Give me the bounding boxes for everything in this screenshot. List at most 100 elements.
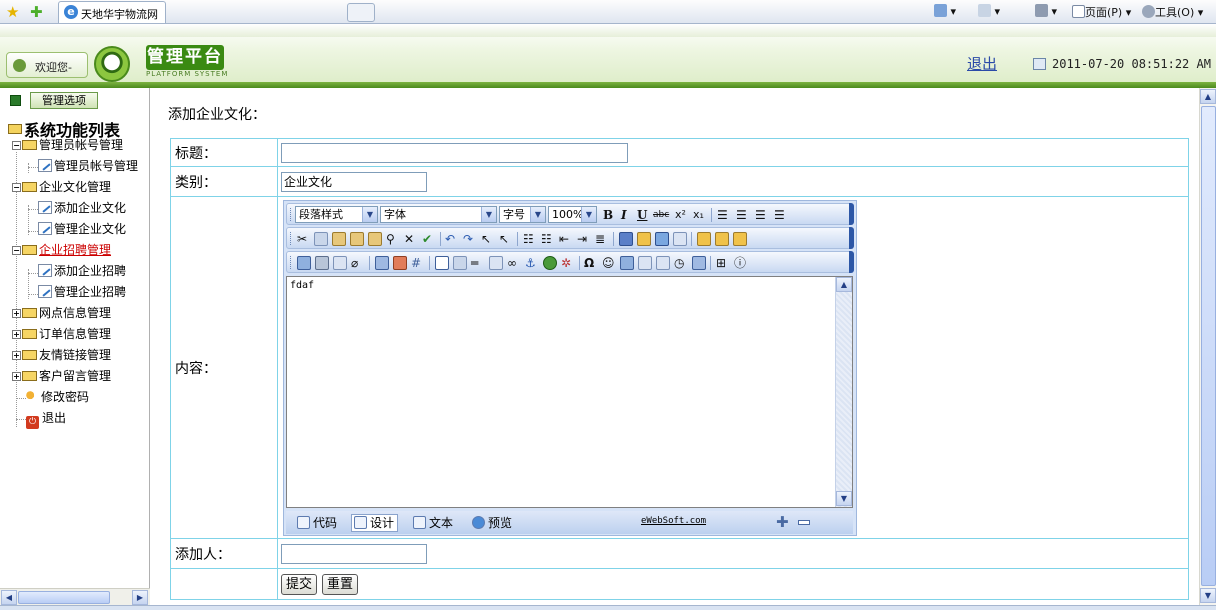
scroll-right-button[interactable]: ▶: [132, 590, 148, 605]
font-size-icon[interactable]: [655, 232, 669, 246]
scroll-up-button[interactable]: ▲: [836, 277, 852, 292]
align-left-icon[interactable]: ☰: [717, 206, 728, 224]
scroll-up-button[interactable]: ▲: [1200, 89, 1216, 104]
flash-icon[interactable]: [315, 256, 329, 270]
new-tab-button[interactable]: [347, 3, 375, 22]
expand-icon[interactable]: +: [12, 330, 21, 339]
scroll-thumb[interactable]: [18, 591, 110, 604]
add-favorite-icon[interactable]: ✚: [30, 3, 43, 21]
sidebar-item-culture[interactable]: − 企业文化管理: [12, 178, 111, 196]
preview-mode-button[interactable]: 预览: [469, 514, 516, 532]
redo-icon[interactable]: ↷: [463, 230, 473, 248]
sidebar-item-links[interactable]: + 友情链接管理: [12, 346, 111, 364]
marquee-icon[interactable]: [489, 256, 503, 270]
table-icon[interactable]: [375, 256, 389, 270]
sidebar-horizontal-scrollbar[interactable]: ◀ ▶: [0, 588, 150, 605]
align-right-icon[interactable]: ☰: [755, 206, 766, 224]
unordered-list-icon[interactable]: ☷: [541, 230, 552, 248]
expand-icon[interactable]: +: [12, 309, 21, 318]
tools-menu[interactable]: 工具(O) ▾: [1142, 4, 1203, 20]
expand-icon[interactable]: +: [12, 372, 21, 381]
ewebsoft-link[interactable]: eWebSoft.com: [641, 516, 706, 526]
font-select[interactable]: 字体 ▼: [380, 206, 497, 223]
paragraph-icon[interactable]: ≣: [595, 230, 605, 248]
sidebar-item-culture-manage[interactable]: 管理企业文化: [38, 220, 126, 238]
absolute-position-icon[interactable]: [697, 232, 711, 246]
home-button[interactable]: ▾: [934, 4, 956, 18]
text-color-icon[interactable]: [619, 232, 633, 246]
map-icon[interactable]: [543, 256, 557, 270]
align-center-icon[interactable]: ☰: [736, 206, 747, 224]
copy-icon[interactable]: [314, 232, 328, 246]
remove-format-icon[interactable]: [673, 232, 687, 246]
title-input[interactable]: [281, 142, 628, 163]
page-vertical-scrollbar[interactable]: ▲ ▼: [1199, 88, 1216, 605]
unlink-icon[interactable]: ✲: [561, 254, 571, 272]
paragraph-style-select[interactable]: 段落样式 ▼: [295, 206, 378, 223]
align-justify-icon[interactable]: ☰: [774, 206, 785, 224]
horizontal-rule-icon[interactable]: ═: [471, 254, 478, 272]
expand-icon[interactable]: +: [12, 351, 21, 360]
backward-icon[interactable]: [733, 232, 747, 246]
select-all-icon[interactable]: ↖: [481, 230, 491, 248]
sidebar-item-exit[interactable]: ⏻ 退出: [26, 409, 66, 429]
scroll-thumb[interactable]: [1201, 106, 1216, 586]
forward-icon[interactable]: [715, 232, 729, 246]
sidebar-item-recruitment-manage[interactable]: 管理企业招聘: [38, 283, 126, 301]
undo-icon[interactable]: ↶: [445, 230, 455, 248]
about-icon[interactable]: ⓘ: [734, 254, 746, 272]
collapse-icon[interactable]: −: [12, 141, 21, 150]
subscript-icon[interactable]: x₁: [693, 206, 704, 224]
paste-icon[interactable]: [332, 232, 346, 246]
enlarge-editor-icon[interactable]: ✚: [776, 513, 789, 531]
unselect-icon[interactable]: ↖: [499, 230, 509, 248]
submit-button[interactable]: 提交: [281, 573, 318, 595]
ordered-list-icon[interactable]: ☷: [523, 230, 534, 248]
scroll-left-button[interactable]: ◀: [1, 590, 17, 605]
sidebar-item-recruitment-add[interactable]: 添加企业招聘: [38, 262, 126, 280]
zoom-select[interactable]: 100% ▼: [548, 206, 597, 223]
fullscreen-icon[interactable]: ⊞: [716, 254, 726, 272]
paste-word-icon[interactable]: [368, 232, 382, 246]
italic-icon[interactable]: I: [621, 206, 627, 224]
text-mode-button[interactable]: 文本: [410, 514, 457, 532]
scroll-down-button[interactable]: ▼: [1200, 588, 1216, 603]
grid-icon[interactable]: #: [411, 254, 421, 272]
attachment-icon[interactable]: ⌀: [351, 254, 358, 272]
sidebar-item-orders[interactable]: + 订单信息管理: [12, 325, 111, 343]
sidebar-item-admin-accounts[interactable]: − 管理员帐号管理: [12, 136, 123, 154]
print-button[interactable]: ▾: [1035, 4, 1057, 18]
sidebar-item-change-password[interactable]: 修改密码: [26, 388, 89, 406]
logout-link[interactable]: 退出: [967, 53, 997, 74]
art-text-icon[interactable]: [638, 256, 652, 270]
table-props-icon[interactable]: [393, 256, 407, 270]
font-size-select[interactable]: 字号 ▼: [499, 206, 546, 223]
design-mode-button[interactable]: 设计: [351, 514, 399, 532]
emoticon-icon[interactable]: ☺: [602, 254, 615, 272]
editor-content-area[interactable]: fdaf ▲ ▼: [286, 276, 853, 508]
underline-icon[interactable]: U: [637, 206, 647, 224]
editor-vertical-scrollbar[interactable]: ▲ ▼: [835, 277, 852, 507]
highlight-color-icon[interactable]: [637, 232, 651, 246]
shrink-editor-icon[interactable]: [798, 520, 810, 525]
indent-icon[interactable]: ⇥: [577, 230, 587, 248]
feeds-button[interactable]: ▾: [978, 4, 1000, 18]
iframe-icon[interactable]: [453, 256, 467, 270]
excel-icon[interactable]: [620, 256, 634, 270]
manage-options-button[interactable]: 管理选项: [10, 92, 98, 110]
link-icon[interactable]: ∞: [507, 254, 517, 272]
sidebar-item-messages[interactable]: + 客户留言管理: [12, 367, 111, 385]
collapse-icon[interactable]: −: [12, 183, 21, 192]
find-icon[interactable]: ⚲: [386, 230, 395, 248]
bold-icon[interactable]: B: [603, 206, 613, 224]
page-menu[interactable]: 页面(P) ▾: [1072, 4, 1131, 20]
format-brush-icon[interactable]: ✔: [422, 230, 432, 248]
sidebar-item-recruitment[interactable]: − 企业招聘管理: [12, 241, 111, 259]
page-break-icon[interactable]: [692, 256, 706, 270]
time-icon[interactable]: ◷: [674, 254, 684, 272]
superscript-icon[interactable]: x²: [675, 206, 686, 224]
scroll-down-button[interactable]: ▼: [836, 491, 852, 506]
fieldset-icon[interactable]: [435, 256, 449, 270]
sidebar-item-admin-accounts-manage[interactable]: 管理员帐号管理: [38, 157, 138, 175]
reset-button[interactable]: 重置: [322, 573, 359, 595]
